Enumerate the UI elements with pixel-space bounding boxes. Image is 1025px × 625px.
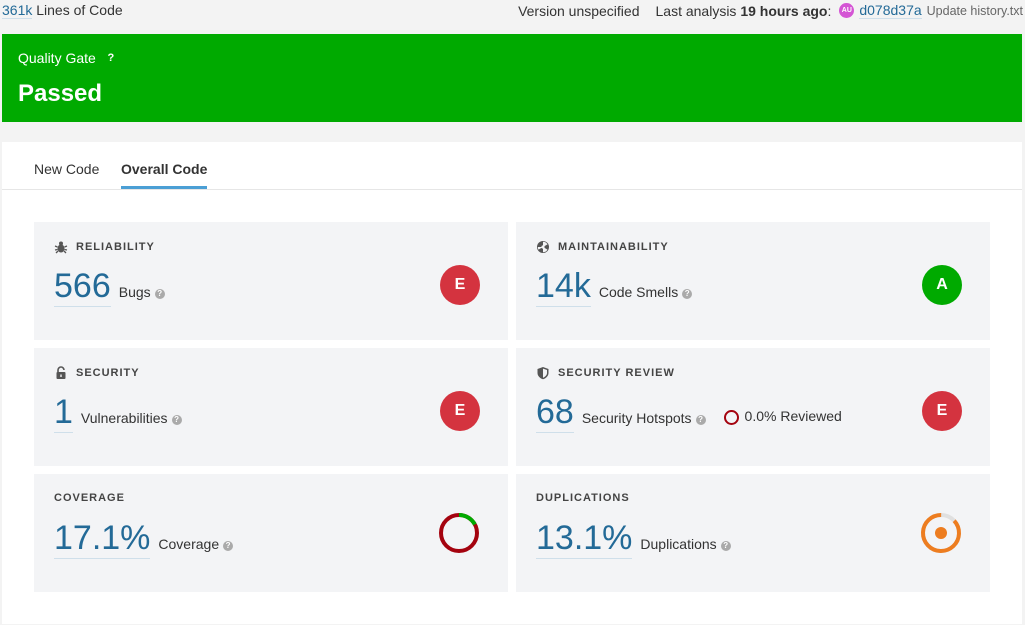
quality-gate-banner: Quality Gate ? Passed [2,34,1022,122]
maintainability-title: MAINTAINABILITY [558,241,669,253]
author-avatar: AU [839,3,855,18]
tab-overall-code[interactable]: Overall Code [121,161,208,189]
reliability-rating[interactable]: E [440,265,480,305]
duplications-value[interactable]: 13.1% [536,518,633,559]
measures-panel: New Code Overall Code RELIABILITY 566 Bu… [2,142,1022,624]
hotspots-reviewed-value[interactable]: 0.0% Reviewed [745,408,842,424]
quality-gate-status: Passed [18,80,103,107]
maintainability-metric: 14k Code Smells ? [536,266,693,307]
vulnerabilities-label: Vulnerabilities [80,410,168,426]
code-smells-label: Code Smells [598,284,679,300]
radiation-icon [537,241,549,253]
lock-icon [56,366,66,379]
version-label: Version unspecified [518,2,640,19]
duplications-label: Duplications [640,536,717,552]
lines-of-code-label: Lines of Code [36,2,123,18]
last-analysis-colon: : [827,2,832,19]
top-bar: 361k Lines of Code Version unspecified L… [0,0,1025,22]
duplications-title: DUPLICATIONS [536,492,630,504]
security-card: SECURITY 1 Vulnerabilities ? E [34,348,508,466]
lines-of-code: 361k Lines of Code [2,2,123,19]
duplications-title-row: DUPLICATIONS [536,492,630,504]
reliability-metric: 566 Bugs ? [54,266,165,307]
analysis-info: Version unspecified Last analysis 19 hou… [518,2,1023,19]
reviewed-ring-icon [723,410,739,425]
commit-message: Update history.txt [926,3,1023,18]
security-metric: 1 Vulnerabilities ? [54,392,182,433]
duplications-card: DUPLICATIONS 13.1% Duplications ? [516,474,990,592]
bug-icon [54,241,68,254]
reliability-card: RELIABILITY 566 Bugs ? E [34,222,508,340]
help-icon[interactable]: ? [682,289,693,299]
lines-of-code-value[interactable]: 361k [2,2,33,19]
security-hotspots-value[interactable]: 68 [536,392,574,433]
duplications-donut-center [935,527,947,539]
security-review-rating[interactable]: E [922,391,962,431]
bugs-value[interactable]: 566 [54,266,111,307]
shield-icon [537,367,549,380]
code-tabs: New Code Overall Code [2,142,1022,190]
vulnerabilities-value[interactable]: 1 [54,392,73,433]
coverage-card: COVERAGE 17.1% Coverage ? [34,474,508,592]
security-title: SECURITY [76,367,140,379]
maintainability-card: MAINTAINABILITY 14k Code Smells ? A [516,222,990,340]
security-review-title-row: SECURITY REVIEW [536,366,675,380]
code-smells-value[interactable]: 14k [536,266,591,307]
security-title-row: SECURITY [54,366,140,380]
coverage-label: Coverage [158,536,220,552]
reliability-title: RELIABILITY [76,241,155,253]
tab-new-code[interactable]: New Code [34,161,99,186]
question-icon[interactable]: ? [104,51,118,65]
help-icon[interactable]: ? [171,415,182,425]
commit-hash-link[interactable]: d078d37a [859,2,922,19]
help-icon[interactable]: ? [154,289,165,299]
last-analysis-label: Last analysis [655,2,737,19]
security-review-metric: 68 Security Hotspots ? 0.0% Reviewed [536,392,842,433]
coverage-donut-chart[interactable] [438,512,480,554]
security-hotspots-label: Security Hotspots [581,410,692,426]
help-icon[interactable]: ? [720,541,731,551]
duplications-metric: 13.1% Duplications ? [536,518,731,559]
hotspots-reviewed: 0.0% Reviewed [723,408,842,425]
coverage-value[interactable]: 17.1% [54,518,151,559]
coverage-title-row: COVERAGE [54,492,125,504]
security-rating[interactable]: E [440,391,480,431]
bugs-label: Bugs [118,284,151,300]
maintainability-title-row: MAINTAINABILITY [536,240,669,254]
duplications-donut-chart[interactable] [920,512,962,554]
coverage-metric: 17.1% Coverage ? [54,518,234,559]
maintainability-rating[interactable]: A [922,265,962,305]
security-review-title: SECURITY REVIEW [558,367,675,379]
last-analysis-time: 19 hours ago [740,2,828,19]
reliability-title-row: RELIABILITY [54,240,155,254]
security-review-card: SECURITY REVIEW 68 Security Hotspots ? 0… [516,348,990,466]
help-icon[interactable]: ? [223,541,234,551]
quality-gate-label: Quality Gate [18,50,96,66]
coverage-title: COVERAGE [54,492,125,504]
quality-gate-label-row: Quality Gate ? [18,50,118,66]
help-icon[interactable]: ? [695,415,706,425]
